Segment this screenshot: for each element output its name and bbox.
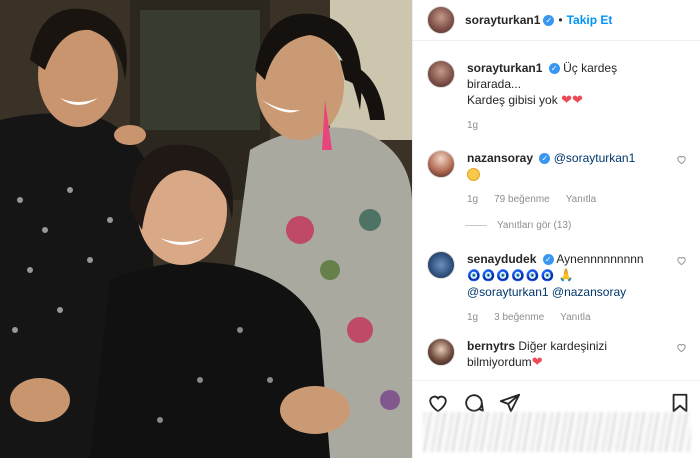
comment-item: bernytrs Diğer kardeşinizi bilmiyordum❤ — [413, 338, 700, 370]
comment-avatar[interactable] — [427, 338, 455, 366]
view-replies-label[interactable]: Yanıtları gör (13) — [497, 220, 571, 231]
caption-username[interactable]: sorayturkan1 — [467, 61, 542, 75]
comment-item: senaydudek ✓ Aynennnnnnnnn 🧿🧿🧿🧿🧿🧿 🙏 @sor… — [413, 251, 700, 326]
verified-badge-icon: ✓ — [548, 63, 560, 75]
comment-time[interactable]: 1g — [467, 192, 478, 208]
comment-username[interactable]: bernytrs — [467, 339, 515, 353]
comment-time[interactable]: 1g — [467, 310, 478, 326]
caption-text-line2: Kardeş gibisi yok — [467, 93, 558, 107]
caption-avatar[interactable] — [427, 60, 455, 88]
caption: sorayturkan1 ✓ Üç kardeş birarada... Kar… — [413, 60, 700, 134]
comment-bubble-icon[interactable] — [463, 392, 485, 414]
evil-eye-emojis-icon: 🧿🧿🧿🧿🧿🧿 — [467, 270, 556, 282]
comment-username[interactable]: senaydudek — [467, 252, 536, 266]
bookmark-icon[interactable] — [669, 392, 691, 414]
comment-text-line2: bilmiyordum — [467, 355, 532, 369]
comment-likes[interactable]: 3 beğenme — [494, 310, 544, 326]
like-comment-heart-icon[interactable] — [676, 154, 687, 165]
author-avatar[interactable] — [427, 6, 455, 34]
comment-username[interactable]: nazansoray — [467, 151, 533, 165]
comment-avatar[interactable] — [427, 150, 455, 178]
header-separator: • — [558, 13, 563, 27]
view-replies-button[interactable]: Yanıtları gör (13) — [465, 220, 700, 231]
smiling-face-emoji-icon — [467, 168, 480, 182]
comment-likes[interactable]: 79 beğenme — [494, 192, 550, 208]
comments-list: sorayturkan1 ✓ Üç kardeş birarada... Kar… — [413, 60, 700, 370]
comment-mention[interactable]: @sorayturkan1 — [467, 285, 549, 299]
heart-emoji: ❤❤ — [561, 92, 583, 107]
comment-text: Aynennnnnnnnn — [556, 252, 644, 266]
reply-button[interactable]: Yanıtla — [566, 192, 596, 208]
instagram-post: sorayturkan1 ✓ • Takip Et sorayturkan1 ✓… — [0, 0, 700, 458]
follow-button[interactable]: Takip Et — [567, 13, 613, 27]
comment-mention[interactable]: @nazansoray — [552, 285, 626, 299]
comment-text: Diğer kardeşinizi — [518, 339, 608, 353]
photo-illustration — [0, 0, 412, 458]
verified-badge-icon: ✓ — [542, 254, 554, 266]
author-username[interactable]: sorayturkan1 — [465, 13, 540, 27]
comment-item: nazansoray ✓ @sorayturkan1 1g 79 beğenme… — [413, 150, 700, 208]
heart-emoji: ❤ — [531, 354, 543, 369]
replies-line — [465, 225, 487, 226]
comment-mention[interactable]: @sorayturkan1 — [554, 151, 636, 165]
post-header: sorayturkan1 ✓ • Takip Et — [413, 0, 700, 41]
caption-time[interactable]: 1g — [467, 118, 478, 134]
blurred-likes-area — [423, 412, 691, 452]
reply-button[interactable]: Yanıtla — [560, 310, 590, 326]
like-comment-heart-icon[interactable] — [676, 342, 687, 353]
verified-badge-icon: ✓ — [543, 14, 555, 26]
comment-avatar[interactable] — [427, 251, 455, 279]
verified-badge-icon: ✓ — [539, 153, 551, 165]
praying-hands-emoji-icon: 🙏 — [558, 268, 574, 282]
post-side-panel: sorayturkan1 ✓ • Takip Et sorayturkan1 ✓… — [412, 0, 700, 458]
post-photo[interactable] — [0, 0, 412, 458]
share-send-icon[interactable] — [499, 392, 521, 414]
like-comment-heart-icon[interactable] — [676, 255, 687, 266]
like-heart-icon[interactable] — [427, 392, 449, 414]
